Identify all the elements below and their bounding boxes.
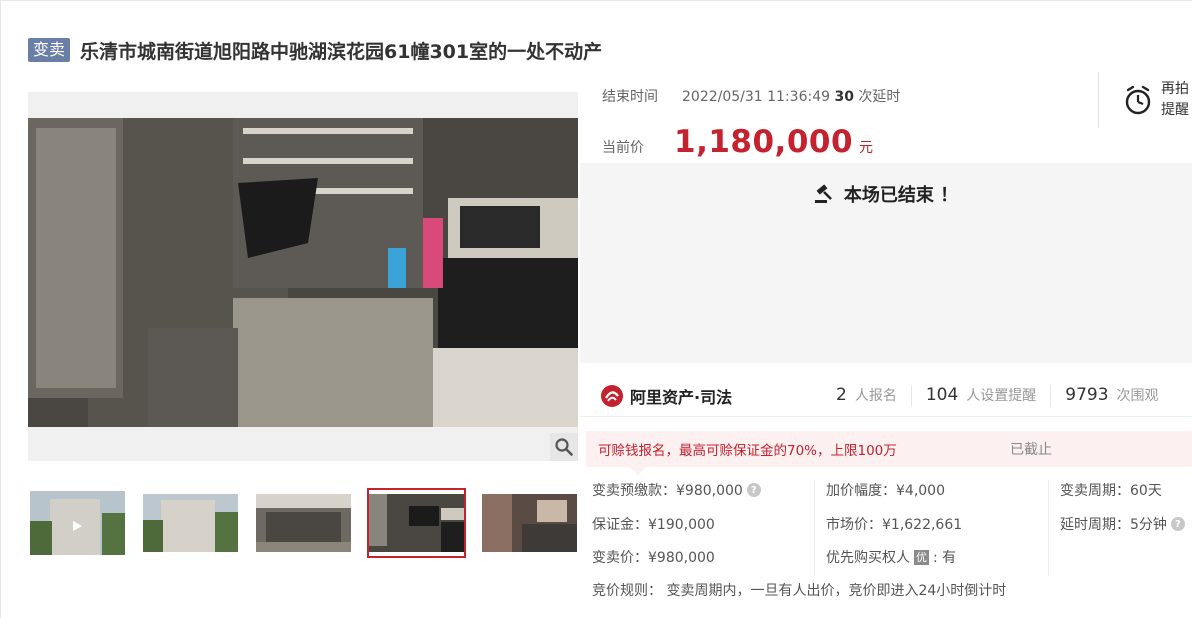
gavel-icon bbox=[814, 184, 832, 203]
brand-name: 阿里资产·司法 bbox=[630, 387, 733, 407]
column-divider bbox=[814, 480, 815, 576]
building-thumbnail bbox=[143, 494, 238, 552]
thumbnail-4-selected[interactable] bbox=[367, 488, 466, 558]
alarm-clock-icon bbox=[1125, 85, 1151, 115]
market-price-cell: 市场价：¥1,622,661 bbox=[826, 514, 962, 534]
market-price-text: 市场价：¥1,622,661 bbox=[826, 517, 963, 533]
end-time-label: 结束时间 bbox=[602, 89, 658, 105]
delay-period-cell: 延时周期：5分钟 ? bbox=[1060, 514, 1185, 534]
signup-stat: 2 人报名 bbox=[822, 384, 912, 407]
sale-price-cell: 变卖价：¥980,000 bbox=[592, 547, 715, 567]
auction-ended-text: 本场已结束 ！ bbox=[843, 185, 959, 206]
view-count: 9793 bbox=[1065, 384, 1109, 405]
auction-ended-message: 本场已结束 ！ bbox=[580, 181, 1192, 207]
bidding-rule-text: 竞价规则： 变卖周期内，一旦有人出价，竞价即进入24小时倒计时 bbox=[592, 583, 1007, 599]
increment-cell: 加价幅度：¥4,000 bbox=[826, 480, 945, 500]
current-price-label: 当前价 bbox=[602, 140, 644, 156]
kitchen-photo bbox=[28, 118, 578, 427]
view-label: 次围观 bbox=[1116, 387, 1159, 404]
thumbnail-strip bbox=[28, 488, 580, 558]
thumbnail-3[interactable] bbox=[254, 488, 353, 558]
reminder-count: 104 bbox=[925, 384, 959, 405]
current-price-row: 当前价 1,180,000 元 bbox=[602, 124, 873, 160]
rebid-reminder-label: 再拍提醒 bbox=[1161, 81, 1189, 118]
thumbnail-video[interactable] bbox=[28, 488, 127, 558]
photo-gallery bbox=[28, 92, 578, 461]
page-title: 乐清市城南街道旭阳路中驰湖滨花园61幢301室的一处不动产 bbox=[80, 40, 603, 63]
help-icon[interactable]: ? bbox=[1170, 517, 1185, 531]
search-icon bbox=[555, 438, 573, 456]
notice-arrow bbox=[630, 467, 646, 475]
priority-buyer-value: : 有 bbox=[933, 550, 957, 566]
priority-badge: 优 bbox=[914, 549, 929, 565]
rebid-reminder-button[interactable]: 再拍提醒 bbox=[1098, 72, 1192, 128]
prepay-text: 变卖预缴款：¥980,000 bbox=[592, 483, 743, 499]
delay-period-text: 延时周期：5分钟 bbox=[1060, 517, 1167, 533]
kitchen-thumbnail bbox=[369, 494, 464, 552]
title-row: 变卖 乐清市城南街道旭阳路中驰湖滨花园61幢301室的一处不动产 bbox=[28, 36, 602, 64]
period-cell: 变卖周期：60天 bbox=[1060, 480, 1162, 500]
sale-price-text: 变卖价：¥980,000 bbox=[592, 550, 715, 566]
stats-bar: 阿里资产·司法 2 人报名 104 人设置提醒 9793 次围观 bbox=[580, 375, 1192, 417]
credit-signup-status: 已截止 bbox=[1010, 442, 1052, 458]
column-divider bbox=[1048, 480, 1049, 576]
alibaba-logo-icon bbox=[601, 384, 623, 407]
end-time-value: 2022/05/31 11:36:49 30 次延时 bbox=[682, 86, 900, 106]
view-stat: 9793 次围观 bbox=[1051, 385, 1172, 407]
main-photo[interactable] bbox=[28, 118, 578, 427]
credit-signup-text: 可赊钱报名，最高可赊保证金的70%，上限100万 bbox=[598, 443, 897, 459]
building-thumbnail bbox=[30, 491, 125, 555]
delay-count: 30 bbox=[834, 89, 854, 105]
end-time-row: 结束时间 2022/05/31 11:36:49 30 次延时 bbox=[602, 86, 900, 106]
delay-suffix: 次延时 bbox=[858, 89, 901, 105]
signup-label: 人报名 bbox=[854, 387, 897, 404]
reminder-stat: 104 人设置提醒 bbox=[912, 384, 1052, 407]
current-price-unit: 元 bbox=[859, 140, 874, 156]
period-text: 变卖周期：60天 bbox=[1060, 483, 1162, 499]
thumbnail-2[interactable] bbox=[141, 488, 240, 558]
room-thumbnail bbox=[482, 494, 577, 552]
priority-buyer-cell: 优先购买权人 优 : 有 bbox=[826, 547, 956, 567]
sale-type-badge: 变卖 bbox=[28, 38, 71, 62]
increment-text: 加价幅度：¥4,000 bbox=[826, 483, 945, 499]
reminder-label: 人设置提醒 bbox=[966, 387, 1037, 404]
zoom-button[interactable] bbox=[550, 433, 578, 461]
auction-ended-panel: 本场已结束 ！ bbox=[580, 163, 1192, 363]
brand: 阿里资产·司法 bbox=[600, 384, 822, 408]
deposit-text: 保证金：¥190,000 bbox=[592, 517, 715, 533]
deposit-cell: 保证金：¥190,000 bbox=[592, 514, 715, 534]
thumbnail-5[interactable] bbox=[480, 488, 579, 558]
credit-signup-notice[interactable]: 可赊钱报名，最高可赊保证金的70%，上限100万 已截止 bbox=[586, 431, 1192, 475]
priority-buyer-label: 优先购买权人 bbox=[826, 550, 910, 566]
current-price-value: 1,180,000 bbox=[674, 124, 854, 160]
end-time-text: 2022/05/31 11:36:49 bbox=[682, 89, 831, 105]
signup-count: 2 bbox=[836, 384, 847, 405]
auction-info-panel: 结束时间 2022/05/31 11:36:49 30 次延时 再拍提醒 当前价… bbox=[580, 72, 1192, 618]
bidding-rule-cell: 竞价规则： 变卖周期内，一旦有人出价，竞价即进入24小时倒计时 bbox=[592, 580, 1006, 600]
help-icon[interactable]: ? bbox=[746, 483, 761, 497]
prepay-cell: 变卖预缴款：¥980,000 ? bbox=[592, 480, 761, 500]
interior-thumbnail bbox=[256, 494, 351, 552]
